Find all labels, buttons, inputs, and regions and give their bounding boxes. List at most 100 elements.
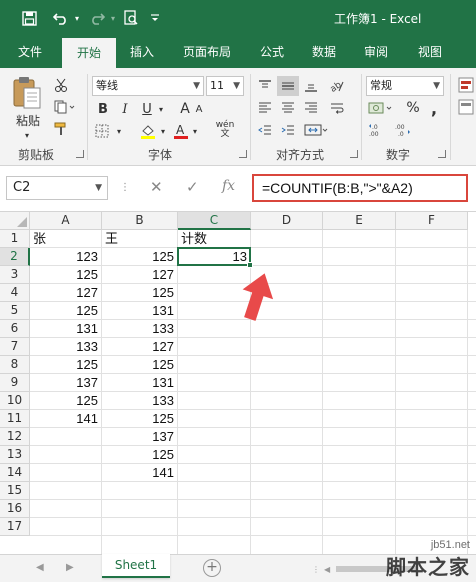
increase-decimal-icon[interactable]: .0.00 bbox=[366, 120, 388, 140]
column-header-f[interactable]: F bbox=[396, 212, 468, 230]
font-size-dropdown[interactable]: 11 ▼ bbox=[206, 76, 244, 96]
merge-center-icon[interactable] bbox=[302, 120, 330, 140]
alignment-launcher-icon[interactable] bbox=[350, 150, 358, 158]
cell-a10[interactable]: 125 bbox=[30, 392, 102, 410]
underline-button[interactable]: U bbox=[138, 100, 156, 118]
clipboard-launcher-icon[interactable] bbox=[76, 150, 84, 158]
cell-c1[interactable]: 计数 bbox=[178, 230, 251, 248]
number-format-dropdown[interactable]: 常规 ▼ bbox=[366, 76, 444, 96]
save-icon[interactable] bbox=[18, 8, 40, 28]
font-color-dropdown-icon[interactable]: ▾ bbox=[190, 124, 200, 138]
row-header-8[interactable]: 8 bbox=[0, 356, 30, 374]
cell-b3[interactable]: 127 bbox=[102, 266, 178, 284]
cancel-entry-button[interactable]: ✕ bbox=[150, 178, 163, 196]
cell-b1[interactable]: 王 bbox=[102, 230, 178, 248]
row-header-5[interactable]: 5 bbox=[0, 302, 30, 320]
column-header-d[interactable]: D bbox=[251, 212, 323, 230]
name-box[interactable]: C2 ▼ bbox=[6, 176, 108, 200]
paste-dropdown-icon[interactable]: ▾ bbox=[20, 130, 34, 140]
column-header-c[interactable]: C bbox=[178, 212, 251, 230]
align-center-icon[interactable] bbox=[277, 98, 299, 118]
column-header-e[interactable]: E bbox=[323, 212, 396, 230]
cell-b13[interactable]: 125 bbox=[102, 446, 178, 464]
bottom-align-icon[interactable] bbox=[300, 76, 322, 96]
cell-b6[interactable]: 133 bbox=[102, 320, 178, 338]
add-sheet-button[interactable]: + bbox=[203, 559, 221, 577]
row-header-11[interactable]: 11 bbox=[0, 410, 30, 428]
tab-data[interactable]: 数据 bbox=[304, 36, 344, 68]
fill-color-dropdown-icon[interactable]: ▾ bbox=[158, 124, 168, 138]
borders-icon[interactable] bbox=[92, 122, 112, 140]
cell-a5[interactable]: 125 bbox=[30, 302, 102, 320]
bold-button[interactable]: B bbox=[94, 100, 112, 118]
wrap-text-icon[interactable] bbox=[326, 98, 348, 118]
sheet-nav-prev-icon[interactable]: ◀ bbox=[36, 562, 44, 573]
insert-function-button[interactable]: fx bbox=[222, 178, 235, 194]
row-header-4[interactable]: 4 bbox=[0, 284, 30, 302]
increase-indent-icon[interactable] bbox=[277, 120, 299, 140]
tab-file[interactable]: 文件 bbox=[8, 36, 52, 68]
row-header-9[interactable]: 9 bbox=[0, 374, 30, 392]
align-right-icon[interactable] bbox=[300, 98, 322, 118]
cell-b14[interactable]: 141 bbox=[102, 464, 178, 482]
number-launcher-icon[interactable] bbox=[438, 150, 446, 158]
redo-dropdown-icon[interactable]: ▾ bbox=[108, 8, 118, 28]
row-header-17[interactable]: 17 bbox=[0, 518, 30, 536]
sheet-nav-next-icon[interactable]: ▶ bbox=[66, 562, 74, 573]
sheet-tab[interactable]: Sheet1 bbox=[102, 554, 170, 578]
shrink-font-icon[interactable]: A bbox=[194, 102, 204, 116]
fill-color-icon[interactable] bbox=[138, 122, 158, 140]
undo-dropdown-icon[interactable]: ▾ bbox=[72, 8, 82, 28]
cell-a2[interactable]: 123 bbox=[30, 248, 102, 266]
formula-bar-splitter-icon[interactable]: ⋮ bbox=[120, 182, 130, 193]
row-header-14[interactable]: 14 bbox=[0, 464, 30, 482]
cell-b9[interactable]: 131 bbox=[102, 374, 178, 392]
orientation-icon[interactable]: ab bbox=[326, 76, 348, 96]
conditional-formatting-icon[interactable] bbox=[456, 76, 476, 136]
cell-b5[interactable]: 131 bbox=[102, 302, 178, 320]
tab-page-layout[interactable]: 页面布局 bbox=[174, 36, 240, 68]
row-header-15[interactable]: 15 bbox=[0, 482, 30, 500]
font-launcher-icon[interactable] bbox=[239, 150, 247, 158]
row-header-3[interactable]: 3 bbox=[0, 266, 30, 284]
cell-a3[interactable]: 125 bbox=[30, 266, 102, 284]
font-name-dropdown[interactable]: 等线 ▼ bbox=[92, 76, 204, 96]
comma-style-button[interactable]: , bbox=[426, 98, 442, 118]
tab-view[interactable]: 视图 bbox=[410, 36, 450, 68]
row-header-13[interactable]: 13 bbox=[0, 446, 30, 464]
confirm-entry-button[interactable]: ✓ bbox=[186, 178, 199, 196]
cell-a6[interactable]: 131 bbox=[30, 320, 102, 338]
row-header-6[interactable]: 6 bbox=[0, 320, 30, 338]
cell-b2[interactable]: 125 bbox=[102, 248, 178, 266]
decrease-indent-icon[interactable] bbox=[254, 120, 276, 140]
percent-style-button[interactable]: % bbox=[404, 98, 422, 118]
middle-align-icon[interactable] bbox=[277, 76, 299, 96]
customize-qat-icon[interactable] bbox=[148, 8, 162, 28]
row-header-10[interactable]: 10 bbox=[0, 392, 30, 410]
column-header-a[interactable]: A bbox=[30, 212, 102, 230]
cell-a11[interactable]: 141 bbox=[30, 410, 102, 428]
borders-dropdown-icon[interactable]: ▾ bbox=[114, 124, 124, 138]
tab-formulas[interactable]: 公式 bbox=[252, 36, 292, 68]
align-left-icon[interactable] bbox=[254, 98, 276, 118]
redo-icon[interactable] bbox=[86, 8, 108, 28]
cell-a4[interactable]: 127 bbox=[30, 284, 102, 302]
decrease-decimal-icon[interactable]: .00.0 bbox=[392, 120, 414, 140]
cell-b7[interactable]: 127 bbox=[102, 338, 178, 356]
cell-b4[interactable]: 125 bbox=[102, 284, 178, 302]
cell-a7[interactable]: 133 bbox=[30, 338, 102, 356]
worksheet-grid[interactable]: A B C D E F 1 2 3 4 5 6 7 8 9 10 11 12 13 14 15 16 17 张王计数 123 12… bbox=[0, 212, 476, 554]
column-header-b[interactable]: B bbox=[102, 212, 178, 230]
tab-insert[interactable]: 插入 bbox=[122, 36, 162, 68]
cell-b12[interactable]: 137 bbox=[102, 428, 178, 446]
phonetic-guide-button[interactable]: wén 文 bbox=[212, 120, 238, 140]
select-all-button[interactable] bbox=[0, 212, 30, 230]
font-color-icon[interactable]: A bbox=[172, 122, 190, 140]
cell-a9[interactable]: 137 bbox=[30, 374, 102, 392]
top-align-icon[interactable] bbox=[254, 76, 276, 96]
row-header-12[interactable]: 12 bbox=[0, 428, 30, 446]
cell-b11[interactable]: 125 bbox=[102, 410, 178, 428]
cell-b8[interactable]: 125 bbox=[102, 356, 178, 374]
cell-a8[interactable]: 125 bbox=[30, 356, 102, 374]
cell-b10[interactable]: 133 bbox=[102, 392, 178, 410]
